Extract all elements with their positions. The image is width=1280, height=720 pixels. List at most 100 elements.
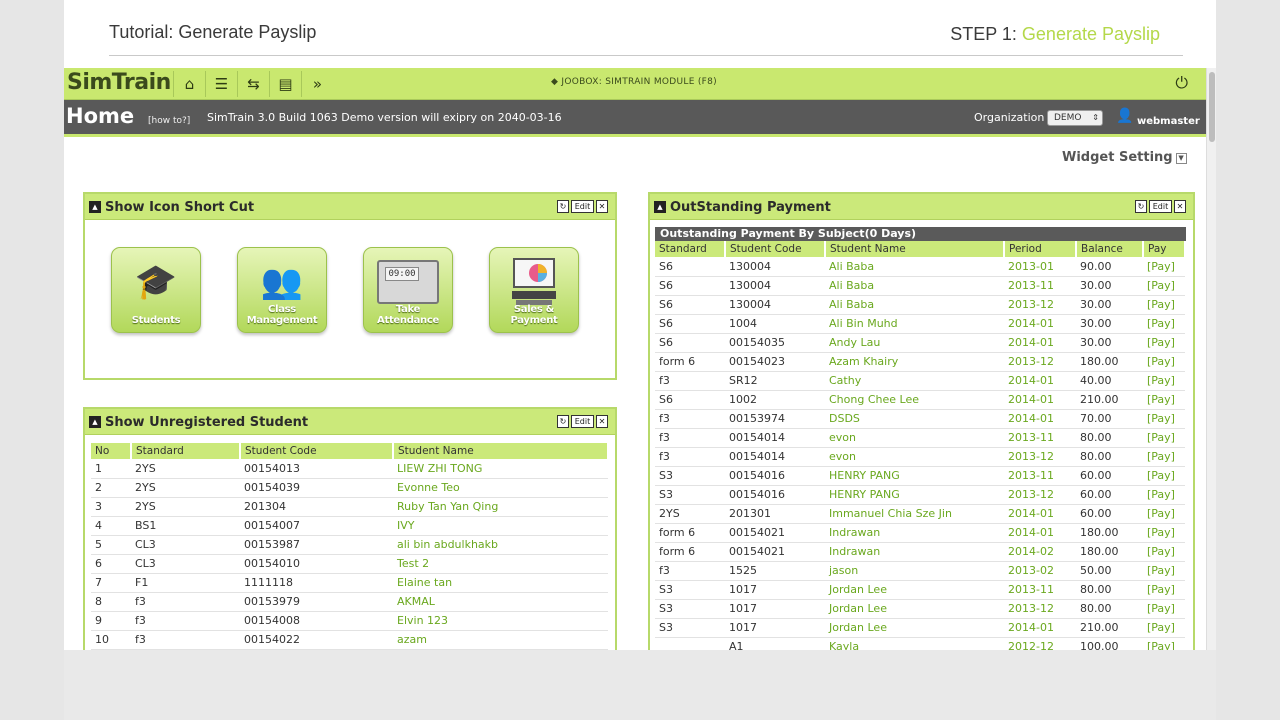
table-cell[interactable]: [Pay] [1143,276,1185,296]
home-icon[interactable]: ⌂ [173,71,205,97]
table-cell[interactable]: [Pay] [1143,447,1185,467]
table-cell[interactable]: Chong Chee Lee [825,390,1004,410]
collapse-icon[interactable]: ▲ [89,416,101,428]
take-attendance-shortcut[interactable]: 09:00 Take Attendance [363,247,453,333]
table-cell[interactable]: [Pay] [1143,466,1185,486]
table-cell: 1004 [725,314,825,334]
table-cell[interactable]: [Pay] [1143,295,1185,315]
table-cell[interactable]: azam [393,630,608,650]
user-icon: 👤 [1116,108,1134,124]
panel-header: ▲ Show Unregistered Student ↻ Edit ✕ [85,409,615,435]
table-cell[interactable]: Elaine tan [393,573,608,593]
table-cell[interactable]: LIEW ZHI TONG [393,459,608,479]
table-cell[interactable]: [Pay] [1143,409,1185,429]
table-cell[interactable]: jason [825,561,1004,581]
table-cell[interactable]: Evonne Teo [393,478,608,498]
column-header: Student Code [725,241,826,257]
table-cell[interactable]: Test 2 [393,554,608,574]
widget-setting-button[interactable]: Widget Setting ▼ [1062,150,1187,165]
table-cell: S3 [655,466,725,486]
table-cell[interactable]: [Pay] [1143,314,1185,334]
edit-button[interactable]: Edit [571,415,594,428]
close-icon[interactable]: ✕ [596,200,608,213]
module-switcher[interactable]: ◆ JOOBOX: SIMTRAIN MODULE (F8) [551,77,717,87]
table-cell: S3 [655,599,725,619]
table-cell[interactable]: Ali Baba [825,257,1004,277]
table-cell[interactable]: Indrawan [825,523,1004,543]
table-cell[interactable]: Jordan Lee [825,580,1004,600]
table-cell[interactable]: [Pay] [1143,504,1185,524]
table-cell[interactable]: [Pay] [1143,580,1185,600]
table-row: 10 f3 00154022 azam [91,630,608,650]
table-cell[interactable]: Cathy [825,371,1004,391]
table-cell: CL3 [131,554,240,574]
table-cell[interactable]: [Pay] [1143,523,1185,543]
sales-payment-shortcut[interactable]: Sales & Payment [489,247,579,333]
table-cell: 1 [91,459,131,479]
table-cell[interactable]: [Pay] [1143,257,1185,277]
table-cell[interactable]: HENRY PANG [825,485,1004,505]
document-icon[interactable]: ▤ [269,71,301,97]
table-cell[interactable]: IVY [393,516,608,536]
class-management-shortcut[interactable]: 👥 Class Management [237,247,327,333]
table-cell[interactable]: [Pay] [1143,637,1185,650]
organization-select[interactable]: DEMO ⇕ [1047,110,1103,126]
table-cell[interactable]: [Pay] [1143,371,1185,391]
table-cell[interactable]: Immanuel Chia Sze Jin [825,504,1004,524]
scroll-thumb[interactable] [1209,72,1215,142]
table-cell[interactable]: Jordan Lee [825,618,1004,638]
table-cell[interactable]: evon [825,447,1004,467]
build-info: SimTrain 3.0 Build 1063 Demo version wil… [207,111,562,124]
table-cell[interactable]: Indrawan [825,542,1004,562]
close-icon[interactable]: ✕ [1174,200,1186,213]
table-cell[interactable]: [Pay] [1143,561,1185,581]
table-cell[interactable]: HENRY PANG [825,466,1004,486]
table-cell[interactable]: [Pay] [1143,390,1185,410]
table-cell[interactable]: DSDS [825,409,1004,429]
user-name[interactable]: webmaster [1137,116,1200,127]
table-cell: 210.00 [1076,390,1143,410]
students-shortcut[interactable]: 🎓 Students [111,247,201,333]
refresh-icon[interactable]: ↻ [557,200,569,213]
unregistered-student-panel: ▲ Show Unregistered Student ↻ Edit ✕ No … [83,407,617,650]
table-cell[interactable]: Azam Khairy [825,352,1004,372]
how-to-link[interactable]: [how to?] [148,116,190,126]
table-cell[interactable]: Ali Baba [825,276,1004,296]
table-cell[interactable]: Ali Bin Muhd [825,314,1004,334]
table-cell[interactable]: ali bin abdulkhakb [393,535,608,555]
table-cell[interactable]: Elvin 123 [393,611,608,631]
table-cell[interactable]: [Pay] [1143,542,1185,562]
layers-icon[interactable]: ☰ [205,71,237,97]
shortcut-label: Students [131,315,181,326]
swap-icon[interactable]: ⇆ [237,71,269,97]
table-cell[interactable]: [Pay] [1143,485,1185,505]
table-cell: form 6 [655,523,725,543]
table-cell[interactable]: [Pay] [1143,599,1185,619]
close-icon[interactable]: ✕ [596,415,608,428]
table-cell[interactable]: evon [825,428,1004,448]
collapse-icon[interactable]: ▲ [654,201,666,213]
refresh-icon[interactable]: ↻ [557,415,569,428]
table-cell[interactable]: Ruby Tan Yan Qing [393,497,608,517]
module-label: JOOBOX: SIMTRAIN MODULE (F8) [561,77,717,87]
edit-button[interactable]: Edit [1149,200,1172,213]
table-cell: 3 [91,497,131,517]
table-cell: 2014-01 [1004,371,1076,391]
table-cell: f3 [131,592,240,612]
table-cell[interactable]: [Pay] [1143,333,1185,353]
edit-button[interactable]: Edit [571,200,594,213]
table-cell[interactable]: [Pay] [1143,352,1185,372]
table-cell[interactable]: Kayla [825,637,1004,650]
forward-icon[interactable]: » [301,71,333,97]
table-cell[interactable]: Andy Lau [825,333,1004,353]
table-cell[interactable]: AKMAL [393,592,608,612]
collapse-icon[interactable]: ▲ [89,201,101,213]
refresh-icon[interactable]: ↻ [1135,200,1147,213]
table-cell[interactable]: Jordan Lee [825,599,1004,619]
table-cell[interactable]: [Pay] [1143,618,1185,638]
page-scrollbar[interactable] [1206,68,1216,650]
table-cell[interactable]: Ali Baba [825,295,1004,315]
power-icon[interactable]: ⏻ [1175,73,1188,93]
table-cell[interactable]: [Pay] [1143,428,1185,448]
table-cell: 00154016 [725,485,825,505]
